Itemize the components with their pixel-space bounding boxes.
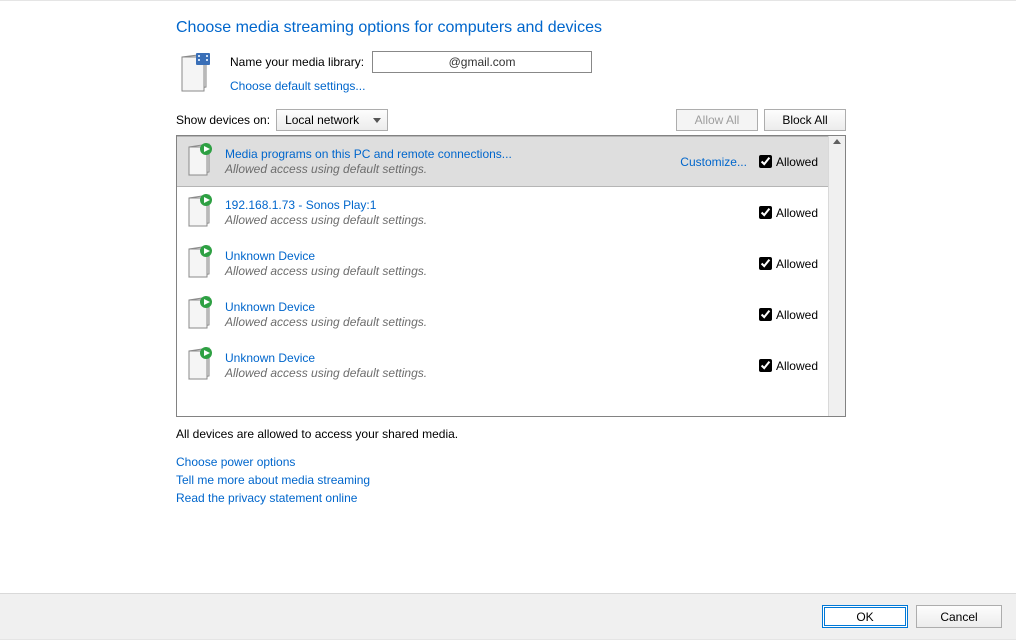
allowed-checkbox-input[interactable] xyxy=(759,308,772,321)
choose-power-options-link[interactable]: Choose power options xyxy=(176,455,846,469)
allowed-label: Allowed xyxy=(776,308,818,322)
tell-me-more-link[interactable]: Tell me more about media streaming xyxy=(176,473,846,487)
show-devices-label: Show devices on: xyxy=(176,113,270,127)
device-status: Allowed access using default settings. xyxy=(225,315,749,329)
allowed-checkbox-input[interactable] xyxy=(759,257,772,270)
device-row[interactable]: Unknown DeviceAllowed access using defau… xyxy=(177,238,828,289)
device-text: Unknown DeviceAllowed access using defau… xyxy=(225,351,749,380)
device-text: Unknown DeviceAllowed access using defau… xyxy=(225,300,749,329)
library-name-row: Name your media library: xyxy=(230,51,592,73)
allowed-checkbox[interactable]: Allowed xyxy=(759,308,818,322)
device-drive-icon xyxy=(185,244,215,283)
chevron-down-icon xyxy=(373,118,381,123)
library-drive-icon xyxy=(176,51,216,95)
footer: OK Cancel xyxy=(0,593,1016,639)
allowed-checkbox-input[interactable] xyxy=(759,359,772,372)
device-right: Allowed xyxy=(759,206,818,220)
device-name-link[interactable]: 192.168.1.73 - Sonos Play:1 xyxy=(225,198,749,212)
show-devices-value: Local network xyxy=(285,113,359,127)
customize-link[interactable]: Customize... xyxy=(680,155,747,169)
library-name-label: Name your media library: xyxy=(230,55,364,69)
choose-default-settings-link[interactable]: Choose default settings... xyxy=(230,79,592,93)
device-name-link[interactable]: Media programs on this PC and remote con… xyxy=(225,147,670,161)
device-text: 192.168.1.73 - Sonos Play:1Allowed acces… xyxy=(225,198,749,227)
device-row[interactable]: 192.168.1.73 - Sonos Play:1Allowed acces… xyxy=(177,187,828,238)
device-drive-icon xyxy=(185,142,215,181)
status-line: All devices are allowed to access your s… xyxy=(176,427,846,441)
filter-row: Show devices on: Local network Allow All… xyxy=(176,109,846,131)
device-name-link[interactable]: Unknown Device xyxy=(225,300,749,314)
content-area: Choose media streaming options for compu… xyxy=(0,1,1016,593)
device-status: Allowed access using default settings. xyxy=(225,213,749,227)
allowed-checkbox[interactable]: Allowed xyxy=(759,359,818,373)
device-text: Unknown DeviceAllowed access using defau… xyxy=(225,249,749,278)
device-list-box: Media programs on this PC and remote con… xyxy=(176,135,846,417)
cancel-button[interactable]: Cancel xyxy=(916,605,1002,628)
allowed-label: Allowed xyxy=(776,206,818,220)
device-row[interactable]: Media programs on this PC and remote con… xyxy=(177,136,828,187)
device-list: Media programs on this PC and remote con… xyxy=(177,136,828,416)
allowed-checkbox-input[interactable] xyxy=(759,155,772,168)
allowed-label: Allowed xyxy=(776,359,818,373)
device-status: Allowed access using default settings. xyxy=(225,366,749,380)
allowed-checkbox[interactable]: Allowed xyxy=(759,257,818,271)
allowed-checkbox-input[interactable] xyxy=(759,206,772,219)
library-name-input[interactable] xyxy=(372,51,592,73)
allowed-checkbox[interactable]: Allowed xyxy=(759,206,818,220)
library-row: Name your media library: Choose default … xyxy=(176,51,846,95)
allow-all-button[interactable]: Allow All xyxy=(676,109,758,131)
scrollbar[interactable] xyxy=(828,136,845,416)
device-status: Allowed access using default settings. xyxy=(225,264,749,278)
scroll-up-icon xyxy=(833,139,841,144)
page-title: Choose media streaming options for compu… xyxy=(176,19,846,37)
device-right: Customize... Allowed xyxy=(680,155,818,169)
media-streaming-options-window: Choose media streaming options for compu… xyxy=(0,0,1016,640)
device-name-link[interactable]: Unknown Device xyxy=(225,249,749,263)
library-fields: Name your media library: Choose default … xyxy=(230,51,592,93)
device-drive-icon xyxy=(185,193,215,232)
device-right: Allowed xyxy=(759,308,818,322)
device-text: Media programs on this PC and remote con… xyxy=(225,147,670,176)
allowed-checkbox[interactable]: Allowed xyxy=(759,155,818,169)
device-right: Allowed xyxy=(759,257,818,271)
device-drive-icon xyxy=(185,295,215,334)
device-drive-icon xyxy=(185,346,215,385)
ok-button[interactable]: OK xyxy=(822,605,908,628)
device-right: Allowed xyxy=(759,359,818,373)
device-row[interactable]: Unknown DeviceAllowed access using defau… xyxy=(177,289,828,340)
device-row[interactable]: Unknown DeviceAllowed access using defau… xyxy=(177,340,828,391)
device-name-link[interactable]: Unknown Device xyxy=(225,351,749,365)
privacy-statement-link[interactable]: Read the privacy statement online xyxy=(176,491,846,505)
show-devices-dropdown[interactable]: Local network xyxy=(276,109,388,131)
block-all-button[interactable]: Block All xyxy=(764,109,846,131)
device-status: Allowed access using default settings. xyxy=(225,162,670,176)
allowed-label: Allowed xyxy=(776,155,818,169)
help-links: Choose power options Tell me more about … xyxy=(176,455,846,505)
allowed-label: Allowed xyxy=(776,257,818,271)
